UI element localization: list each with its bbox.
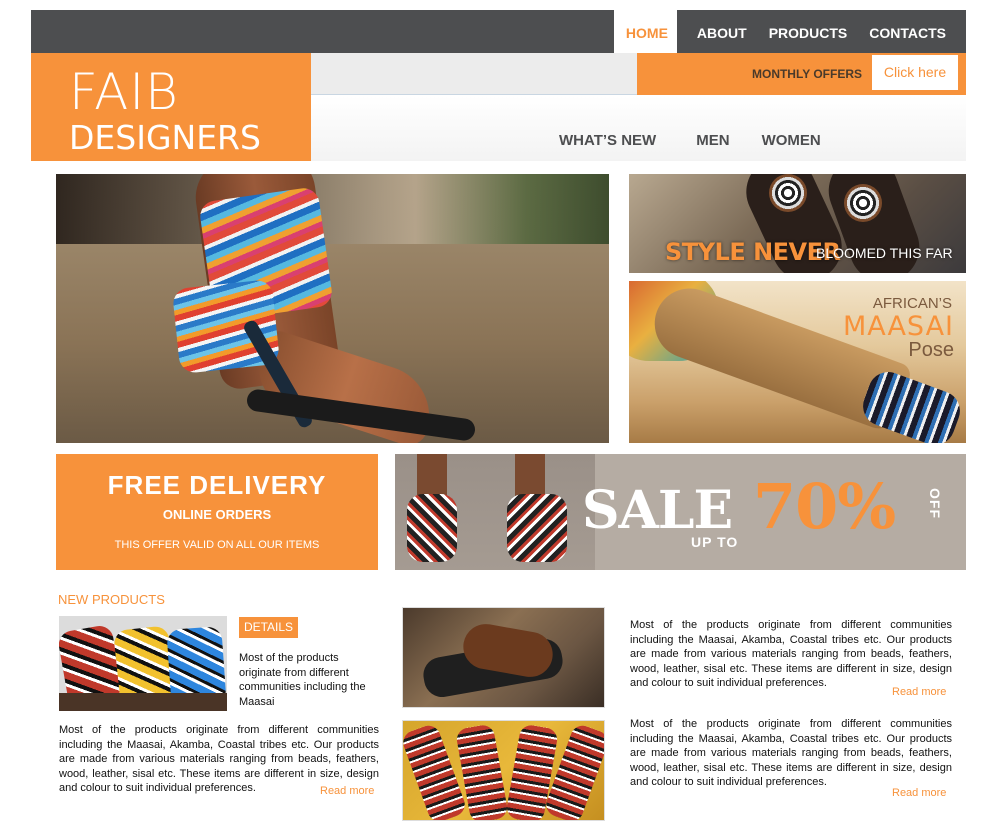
sale-banner[interactable]: SALE UP TO 70% OFF: [395, 454, 966, 570]
style-never-text: STYLE NEVER: [665, 238, 841, 266]
sale-word: SALE: [582, 480, 733, 541]
beaded-disc: [769, 174, 807, 212]
beaded-disc: [844, 184, 882, 222]
sandal-image: [857, 366, 966, 443]
style-never-banner[interactable]: STYLE NEVER BLOOMED THIS FAR: [629, 174, 966, 273]
pose-text: Pose: [908, 339, 954, 361]
read-more-link[interactable]: Read more: [320, 785, 374, 797]
read-more-link[interactable]: Read more: [892, 787, 946, 799]
monthly-offers-label: MONTHLY OFFERS: [751, 67, 862, 81]
click-here-button[interactable]: Click here: [872, 55, 958, 90]
top-navbar: HOME ABOUT PRODUCTS CONTACTS: [31, 10, 966, 53]
article-text-1: Most of the products originate from diff…: [630, 619, 952, 689]
offer-note: THIS OFFER VALID ON ALL OUR ITEMS: [114, 539, 320, 551]
nav-women-link[interactable]: WOMEN: [762, 132, 821, 149]
free-delivery-title: FREE DELIVERY: [107, 470, 327, 500]
nav-whats-new-link[interactable]: WHAT’S NEW: [559, 132, 656, 149]
product-short-description: Most of the products originate from diff…: [239, 652, 366, 708]
sale-upto: UP TO: [691, 534, 739, 550]
hero-background: [56, 174, 609, 244]
bloomed-text: BLOOMED THIS FAR: [816, 245, 953, 261]
site-logo[interactable]: FAIB DESIGNERS: [31, 53, 311, 161]
sub-nav-area: WHAT’S NEW MEN WOMEN: [311, 96, 966, 161]
craftsman-image[interactable]: [402, 607, 605, 708]
category-nav: WHAT’S NEW MEN WOMEN: [559, 132, 821, 149]
sale-percent: 70%: [753, 470, 896, 543]
nav-products-link[interactable]: PRODUCTS: [758, 10, 859, 53]
sandal-base: [59, 693, 227, 711]
nav-contacts-link[interactable]: CONTACTS: [858, 10, 957, 53]
sandal-image: [407, 494, 457, 562]
main-nav: HOME ABOUT PRODUCTS CONTACTS: [613, 10, 966, 53]
nav-men-link[interactable]: MEN: [696, 132, 729, 149]
header-search-bar[interactable]: [311, 53, 637, 95]
details-button[interactable]: DETAILS: [239, 617, 298, 638]
sandal-image: [507, 494, 567, 562]
maasai-text: MAASAI: [842, 311, 954, 342]
nav-home-link[interactable]: HOME: [613, 10, 677, 53]
new-products-heading: NEW PRODUCTS: [58, 592, 165, 607]
maasai-pose-banner[interactable]: AFRICAN’S MAASAI Pose: [629, 281, 966, 443]
read-more-link[interactable]: Read more: [892, 686, 946, 698]
africans-text: AFRICAN’S: [872, 295, 952, 312]
logo-line2: DESIGNERS: [69, 118, 261, 157]
sandals-display-image[interactable]: [402, 720, 605, 821]
article-text-2: Most of the products originate from diff…: [630, 718, 952, 788]
logo-line1: FAIB: [69, 63, 179, 121]
monthly-offers-strip: MONTHLY OFFERS Click here: [637, 53, 966, 95]
hero-main-image[interactable]: [56, 174, 609, 443]
nav-about-link[interactable]: ABOUT: [686, 10, 758, 53]
free-delivery-box[interactable]: FREE DELIVERY ONLINE ORDERS THIS OFFER V…: [56, 454, 378, 570]
online-orders-subtitle: ONLINE ORDERS: [162, 507, 272, 522]
sale-off: OFF: [927, 488, 943, 519]
product-thumbnail[interactable]: [59, 616, 227, 711]
